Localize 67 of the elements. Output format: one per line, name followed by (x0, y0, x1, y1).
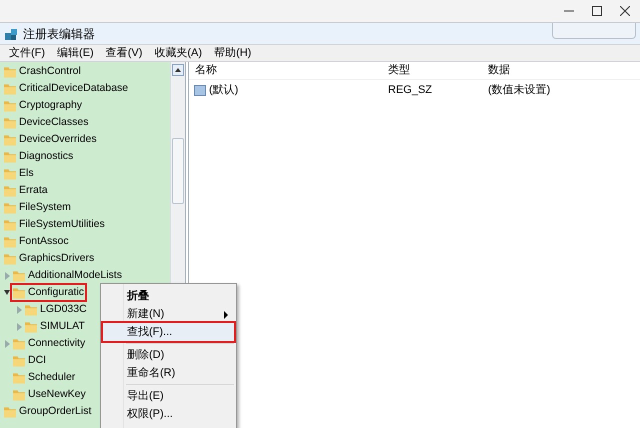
caption-buttons[interactable] (552, 23, 636, 39)
folder-icon (4, 406, 16, 418)
menu-item[interactable]: 文件(F) (9, 44, 46, 62)
context-menu-item[interactable]: 重命名(R) (103, 364, 234, 382)
menu-item[interactable]: 查看(V) (106, 44, 142, 62)
folder-icon (4, 168, 16, 180)
folder-icon (4, 66, 16, 78)
tree-item[interactable]: Errata (3, 183, 49, 198)
tree-item[interactable]: SIMULAT (24, 319, 86, 334)
tree-item[interactable]: GraphicsDrivers (3, 251, 96, 266)
tree-item[interactable]: GroupOrderList (3, 404, 92, 419)
tree-item[interactable]: Diagnostics (3, 149, 74, 164)
tree-item[interactable]: Configuratic (12, 285, 86, 300)
table-cell-text: (数值未设置) (488, 82, 552, 98)
folder-icon (4, 184, 16, 196)
tree-item[interactable]: DCI (12, 353, 48, 368)
folder-icon (4, 150, 16, 162)
context-menu-item[interactable]: 折叠 (103, 287, 234, 305)
folder-icon (13, 286, 25, 298)
context-menu-item[interactable]: 导出(E) (103, 387, 234, 405)
tree-item[interactable]: Els (3, 166, 35, 181)
tree-item[interactable]: CrashControl (3, 64, 82, 79)
folder-icon (4, 236, 16, 248)
tree-item[interactable]: LGD033C (24, 302, 88, 317)
context-menu-item[interactable]: 查找(F)... (103, 323, 234, 341)
menu-item[interactable]: 收藏夹(A) (154, 44, 202, 62)
scroll-up-icon[interactable] (172, 64, 184, 76)
column-header[interactable]: 数据 (488, 62, 640, 79)
folder-icon (4, 134, 16, 146)
tree-item[interactable]: Connectivity (12, 336, 86, 351)
folder-icon (13, 338, 25, 350)
folder-icon (25, 320, 37, 332)
scroll-thumb[interactable] (172, 138, 184, 204)
tree-item[interactable]: Cryptography (3, 98, 84, 113)
registry-cubes-icon (4, 26, 18, 40)
folder-icon (4, 202, 16, 214)
tree-item[interactable]: FileSystemUtilities (3, 217, 106, 232)
tree-item[interactable]: UseNewKey (12, 387, 87, 402)
tree-item[interactable]: FontAssoc (3, 234, 70, 249)
folder-icon (13, 270, 25, 282)
folder-icon (4, 100, 16, 112)
window-title: 注册表编辑器 (23, 26, 95, 42)
context-menu-item[interactable]: 权限(P)... (103, 405, 234, 423)
table-cell-text: REG_SZ (388, 82, 434, 98)
folder-icon (13, 388, 25, 400)
folder-icon (4, 218, 16, 230)
tree-item[interactable]: CriticalDeviceDatabase (3, 81, 130, 96)
menu-item[interactable]: 帮助(H) (214, 44, 252, 62)
column-header[interactable]: 名称 (189, 62, 388, 79)
close-icon[interactable] (620, 6, 630, 16)
tree-item[interactable]: Scheduler (12, 370, 76, 385)
tree-item[interactable]: FileSystem (3, 200, 72, 215)
folder-icon (25, 304, 37, 316)
menu-item[interactable]: 编辑(E) (57, 44, 94, 62)
tree-item[interactable]: AdditionalModeLists (12, 268, 123, 283)
folder-icon (4, 116, 16, 128)
maximize-icon[interactable] (592, 6, 602, 16)
tree-item[interactable]: DeviceClasses (3, 115, 90, 130)
folder-icon (13, 372, 25, 384)
folder-icon (4, 82, 16, 94)
column-header[interactable]: 类型 (388, 62, 488, 79)
table-cell-text: (默认) (209, 82, 238, 98)
string-value-icon (194, 84, 206, 96)
tree-item[interactable]: DeviceOverrides (3, 132, 98, 147)
folder-icon (4, 252, 16, 264)
context-menu-item[interactable]: 删除(D) (103, 346, 234, 364)
folder-icon (13, 354, 25, 366)
